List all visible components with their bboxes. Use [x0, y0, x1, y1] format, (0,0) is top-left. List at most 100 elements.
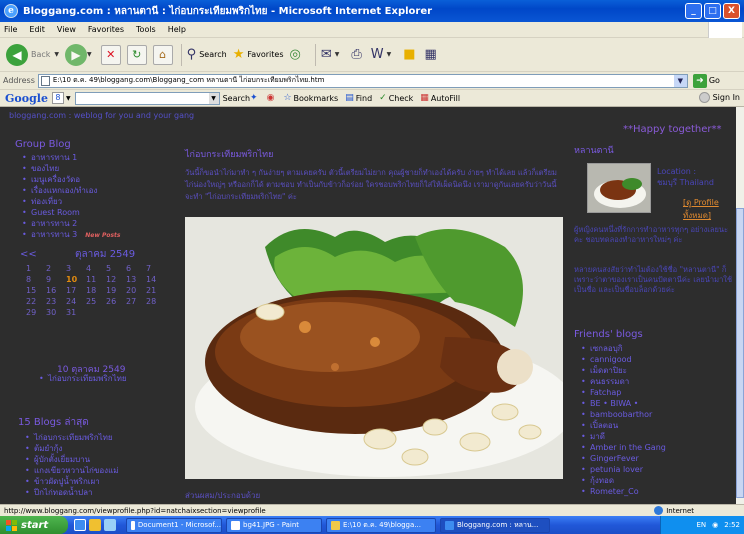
friend-blog-link[interactable]: คนธรรมดา	[581, 376, 666, 387]
recent-blog-item[interactable]: ข้าวผัดปูน้ำพริกเผา	[25, 476, 119, 487]
media-quicklaunch-icon[interactable]	[104, 519, 116, 531]
back-dropdown-icon[interactable]: ▼	[54, 51, 59, 58]
close-button[interactable]: X	[723, 3, 740, 19]
group-blog-item[interactable]: ของไทย	[22, 163, 175, 174]
calendar-day[interactable]: 6	[120, 263, 140, 274]
calendar-day[interactable]: 1	[20, 263, 40, 274]
recent-blog-item[interactable]: แกงเขียวหวานไก่ของแม่	[25, 465, 118, 476]
menu-file[interactable]: File	[4, 25, 17, 34]
refresh-icon[interactable]: ↻	[126, 44, 147, 65]
print-button[interactable]: ⎙	[351, 47, 364, 62]
group-blog-item[interactable]: อาหารทาน 1	[22, 152, 175, 163]
media-button[interactable]: ◎	[289, 47, 303, 62]
calendar-day[interactable]: 26	[100, 296, 120, 307]
maximize-button[interactable]: □	[704, 3, 721, 19]
friend-blog-link[interactable]: bamboobarthor	[581, 409, 666, 420]
group-blog-item[interactable]: เมนูเครื่องวัดอ	[22, 174, 175, 185]
calendar-day[interactable]: 13	[120, 274, 140, 285]
discuss-button[interactable]: ■	[403, 47, 418, 62]
calendar-day[interactable]: 25	[80, 296, 100, 307]
network-icon[interactable]: ◉	[712, 521, 718, 529]
day-entry-link[interactable]: ไก่อบกระเทียมพริกไทย	[39, 373, 127, 384]
calendar-day[interactable]: 19	[100, 285, 120, 296]
firefox-quicklaunch-icon[interactable]	[89, 519, 101, 531]
taskbar-item-folder[interactable]: E:\10 ต.ค. 49\blogga...	[326, 517, 436, 533]
window-titlebar[interactable]: e Bloggang.com : หลานตานี : ไก่อบกระเทีย…	[0, 0, 744, 22]
menu-favorites[interactable]: Favorites	[88, 25, 124, 34]
calendar-day[interactable]: 27	[120, 296, 140, 307]
friend-blog-link[interactable]: เม็ดตาปิยะ	[581, 365, 666, 376]
google-search-input[interactable]: ▼	[74, 91, 220, 105]
research-button[interactable]: ▦	[425, 47, 440, 62]
forward-arrow-icon[interactable]: ▶	[65, 43, 88, 66]
friend-blog-link[interactable]: cannigood	[581, 354, 666, 365]
google-bookmarks-button[interactable]: ☆ Bookmarks	[283, 93, 338, 103]
calendar-day[interactable]: 18	[80, 285, 100, 296]
friend-blog-link[interactable]: BE • BIWA •	[581, 398, 666, 409]
calendar-day[interactable]: 21	[140, 285, 160, 296]
home-icon[interactable]: ⌂	[152, 44, 173, 65]
calendar-day[interactable]: 5	[100, 263, 120, 274]
friend-blog-link[interactable]: เซกลอบุกิ	[581, 343, 666, 354]
google-signin-button[interactable]: Sign In	[698, 92, 740, 103]
favorites-button[interactable]: ★ Favorites	[233, 47, 284, 62]
recent-blog-item[interactable]: ต้มยำกุ้ง	[25, 443, 119, 454]
calendar-day[interactable]: 30	[40, 307, 60, 318]
calendar-day[interactable]: 9	[40, 274, 60, 285]
friend-blog-link[interactable]: มาดี	[581, 431, 666, 442]
taskbar-item-word[interactable]: Document1 - Microsof...	[126, 517, 222, 533]
calendar-day[interactable]: 23	[40, 296, 60, 307]
back-arrow-icon[interactable]: ◀	[6, 43, 28, 66]
site-tagline[interactable]: bloggang.com : weblog for you and your g…	[9, 111, 194, 120]
calendar-day[interactable]: 8	[20, 274, 40, 285]
group-blog-item[interactable]: อาหารทาน 2	[22, 218, 175, 229]
google-check-button[interactable]: ✓ Check	[379, 93, 413, 103]
calendar-prev-button[interactable]: <<	[20, 249, 60, 260]
scrollbar-thumb[interactable]	[736, 208, 744, 498]
address-input[interactable]: E:\10 ต.ค. 49\bloggang.com\Bloggang_com …	[37, 73, 688, 88]
friend-blog-link[interactable]: กุ้งทอด	[581, 475, 666, 486]
menu-edit[interactable]: Edit	[29, 25, 45, 34]
menu-view[interactable]: View	[57, 25, 76, 34]
calendar-day[interactable]: 15	[20, 285, 40, 296]
google-block-button[interactable]: ◉	[267, 93, 277, 103]
calendar-day[interactable]: 7	[140, 263, 160, 274]
minimize-button[interactable]: _	[685, 3, 702, 19]
calendar-day[interactable]: 3	[60, 263, 80, 274]
google-search-dropdown-icon[interactable]: ▼	[208, 92, 219, 104]
group-blog-item[interactable]: เรื่องแหกเอง/ทำเอง	[22, 185, 175, 196]
calendar-day[interactable]: 14	[140, 274, 160, 285]
calendar-day[interactable]: 16	[40, 285, 60, 296]
language-indicator[interactable]: EN	[696, 521, 706, 529]
friend-blog-link[interactable]: Amber in the Gang	[581, 442, 666, 453]
forward-dropdown-icon[interactable]: ▼	[87, 51, 92, 58]
go-button[interactable]: ➜ Go	[692, 73, 720, 88]
google-g-icon[interactable]: 8	[51, 92, 64, 104]
edit-button[interactable]: W ▼	[371, 47, 397, 62]
friend-blog-link[interactable]: GingerFever	[581, 453, 666, 464]
ie-quicklaunch-icon[interactable]	[74, 519, 86, 531]
friend-blog-link[interactable]: petunia lover	[581, 464, 666, 475]
google-logo[interactable]: Google	[5, 92, 48, 105]
calendar-day[interactable]: 12	[100, 274, 120, 285]
calendar-day[interactable]: 11	[80, 274, 100, 285]
calendar-day[interactable]: 24	[60, 296, 80, 307]
google-search-button[interactable]: Search ✦	[223, 93, 260, 103]
recent-blog-item[interactable]: ผู้บักตั้งเยี่ยมบาน	[25, 454, 119, 465]
calendar-day[interactable]: 31	[60, 307, 80, 318]
stop-icon[interactable]: ✕	[100, 44, 121, 65]
calendar-day[interactable]: 22	[20, 296, 40, 307]
start-button[interactable]: start	[0, 516, 68, 534]
mail-button[interactable]: ✉ ▼	[321, 47, 346, 62]
group-blog-item[interactable]: Guest Room	[22, 207, 175, 218]
address-dropdown-icon[interactable]: ▼	[673, 74, 687, 87]
google-menu-dropdown-icon[interactable]: ▼	[66, 95, 71, 102]
google-autofill-button[interactable]: ▦ AutoFill	[420, 93, 460, 103]
menu-help[interactable]: Help	[168, 25, 186, 34]
calendar-day[interactable]: 4	[80, 263, 100, 274]
calendar-day[interactable]: 20	[120, 285, 140, 296]
friend-blog-link[interactable]: เปิ้ลตอน	[581, 420, 666, 431]
recent-blog-item[interactable]: ปีกไก่ทอดน้ำปลา	[25, 487, 119, 498]
calendar-day[interactable]: 2	[40, 263, 60, 274]
friend-blog-link[interactable]: Fatchap	[581, 387, 666, 398]
